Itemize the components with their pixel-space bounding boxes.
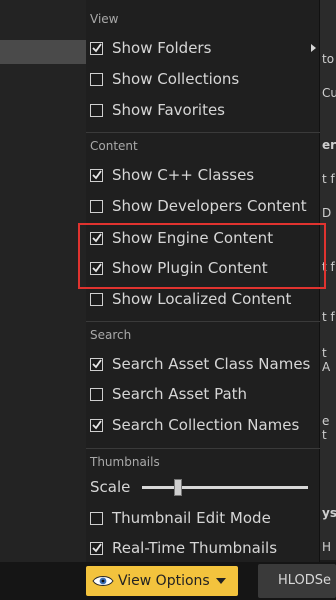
section-header-search: Search — [86, 321, 320, 347]
right-panel-text: D — [322, 206, 332, 220]
left-panel — [0, 0, 86, 600]
view-options-button[interactable]: View Options — [86, 566, 238, 596]
right-panel-text: t f — [322, 172, 335, 186]
scale-row: Scale — [86, 472, 320, 502]
right-panel-text: to — [322, 52, 335, 66]
section-header-view: View — [90, 12, 119, 26]
thumbnail-scale-slider[interactable] — [142, 477, 308, 497]
menu-item-show-folders[interactable]: Show Folders — [86, 33, 320, 63]
right-panel-text: t f — [322, 310, 335, 324]
right-panel-text: Cu — [322, 86, 336, 100]
menu-item-label: Show C++ Classes — [112, 166, 255, 184]
menu-item-search-asset-class-names[interactable]: Search Asset Class Names — [86, 349, 320, 379]
checkbox-checked-icon[interactable] — [90, 357, 103, 371]
menu-item-label: Thumbnail Edit Mode — [112, 509, 271, 527]
menu-item-label: Show Engine Content — [112, 229, 274, 247]
checkbox-checked-icon[interactable] — [90, 261, 103, 275]
menu-item-label: Show Favorites — [112, 101, 225, 119]
submenu-arrow-icon — [311, 44, 316, 52]
checkbox-unchecked-icon[interactable] — [90, 292, 103, 306]
section-header-thumbnails: Thumbnails — [86, 448, 320, 474]
right-panel-text: e t — [322, 414, 330, 442]
checkbox-checked-icon[interactable] — [90, 231, 103, 245]
right-panel-text: eri — [322, 138, 336, 152]
menu-item-real-time-thumbnails[interactable]: Real-Time Thumbnails — [86, 533, 320, 563]
menu-item-show-plugin-content[interactable]: Show Plugin Content — [86, 253, 320, 283]
menu-item-label: Show Collections — [112, 70, 240, 88]
menu-item-label: Show Plugin Content — [112, 259, 268, 277]
menu-item-thumbnail-edit-mode[interactable]: Thumbnail Edit Mode — [86, 503, 320, 533]
checkbox-checked-icon[interactable] — [90, 541, 103, 555]
checkbox-unchecked-icon[interactable] — [90, 387, 103, 401]
menu-item-show-localized-content[interactable]: Show Localized Content — [86, 284, 320, 314]
tab-hlod[interactable]: HLODSe — [258, 564, 336, 598]
menu-item-label: Search Collection Names — [112, 416, 300, 434]
menu-item-label: Show Localized Content — [112, 290, 292, 308]
scale-label: Scale — [90, 478, 131, 496]
menu-item-search-asset-path[interactable]: Search Asset Path — [86, 379, 320, 409]
slider-track[interactable] — [142, 486, 308, 489]
caret-down-icon — [215, 578, 226, 584]
right-panel-text: t A — [322, 346, 331, 374]
eye-icon — [92, 576, 114, 586]
menu-item-label: Search Asset Path — [112, 385, 248, 403]
checkbox-unchecked-icon[interactable] — [90, 511, 103, 525]
menu-item-search-collection-names[interactable]: Search Collection Names — [86, 410, 320, 440]
menu-item-show-developers-content[interactable]: Show Developers Content — [86, 191, 320, 221]
menu-item-label: Real-Time Thumbnails — [112, 539, 278, 557]
checkbox-unchecked-icon[interactable] — [90, 72, 103, 86]
left-panel-selected-row[interactable] — [0, 40, 86, 64]
section-header-content: Content — [86, 132, 320, 158]
view-options-menu: View Show Folders Show Collections Show … — [86, 0, 320, 562]
menu-item-label: Show Folders — [112, 39, 212, 57]
menu-item-show-collections[interactable]: Show Collections — [86, 64, 320, 94]
menu-item-show-cpp-classes[interactable]: Show C++ Classes — [86, 160, 320, 190]
checkbox-checked-icon[interactable] — [90, 418, 103, 432]
checkbox-unchecked-icon[interactable] — [90, 103, 103, 117]
right-panel-text: ys — [322, 506, 336, 520]
slider-handle[interactable] — [174, 479, 182, 496]
right-panel-text: t f — [322, 260, 335, 274]
right-panel-text: H — [322, 540, 332, 554]
menu-item-label: Search Asset Class Names — [112, 355, 311, 373]
checkbox-checked-icon[interactable] — [90, 168, 103, 182]
menu-item-show-favorites[interactable]: Show Favorites — [86, 95, 320, 125]
right-panel: to Cu eri t f D t f t f t A e t ys H — [320, 0, 336, 560]
menu-item-label: Show Developers Content — [112, 197, 307, 215]
view-options-label: View Options — [118, 573, 210, 589]
checkbox-unchecked-icon[interactable] — [90, 199, 103, 213]
menu-item-show-engine-content[interactable]: Show Engine Content — [86, 223, 320, 253]
checkbox-checked-icon[interactable] — [90, 41, 103, 55]
